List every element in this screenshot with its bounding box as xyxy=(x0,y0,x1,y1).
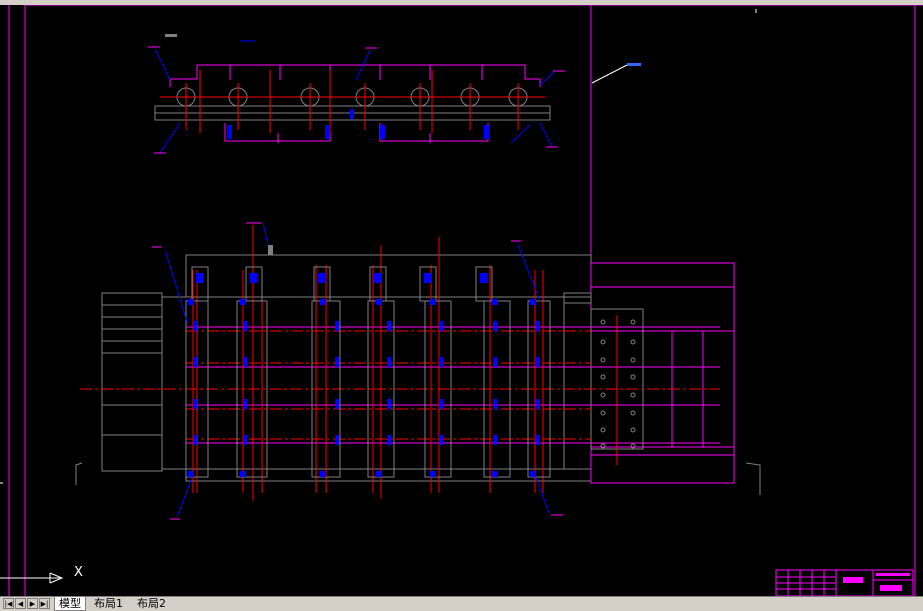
tab-model[interactable]: 模型 xyxy=(54,597,86,611)
drawing-canvas[interactable] xyxy=(0,5,923,596)
elevation-view xyxy=(148,34,565,154)
leader-line xyxy=(591,64,628,84)
leader-tag xyxy=(627,63,641,66)
next-tab-icon[interactable]: ▶ xyxy=(27,598,38,609)
tab-layout1[interactable]: 布局1 xyxy=(90,597,127,610)
sheet-frame xyxy=(8,5,923,596)
prev-tab-icon[interactable]: ◀ xyxy=(15,598,26,609)
last-tab-icon[interactable]: ▶| xyxy=(39,598,50,609)
ucs-x-label: X xyxy=(74,565,83,580)
first-tab-icon[interactable]: |◀ xyxy=(3,598,14,609)
tab-layout2[interactable]: 布局2 xyxy=(133,597,170,610)
layout-tab-bar: |◀ ◀ ▶ ▶| 模型 布局1 布局2 xyxy=(0,596,923,611)
plan-view xyxy=(75,222,761,520)
title-block xyxy=(775,569,914,596)
